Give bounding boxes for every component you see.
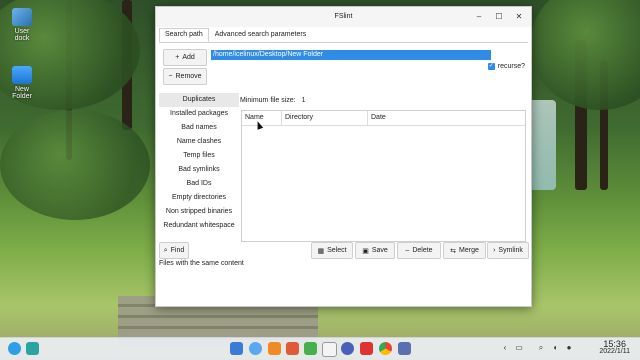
show-desktop-icon[interactable] xyxy=(26,342,39,355)
search-path-panel: + Add − Remove /home/icelinux/Desktop/Ne… xyxy=(159,42,528,89)
min-file-size-label: Minimum file size: xyxy=(240,97,296,104)
sidebar-item-empty-directories[interactable]: Empty directories xyxy=(159,191,239,205)
desktop-icon-user-dock[interactable]: User dock xyxy=(2,8,42,42)
desktop-icon-new-folder[interactable]: New Folder xyxy=(2,66,42,100)
search-path-row[interactable]: /home/icelinux/Desktop/New Folder xyxy=(211,50,491,60)
sidebar-item-duplicates[interactable]: Duplicates xyxy=(159,93,239,107)
fslint-window: FSlint – ☐ ✕ Search path Advanced search… xyxy=(155,6,532,307)
clock-date: 2022/1/11 xyxy=(599,348,630,355)
sidebar: Duplicates Installed packages Bad names … xyxy=(159,93,239,233)
notification-icon[interactable]: ● xyxy=(564,343,574,353)
symlink-button[interactable]: › Symlink xyxy=(487,242,529,259)
save-button[interactable]: ▣ Save xyxy=(355,242,395,259)
minus-icon: − xyxy=(168,73,173,80)
browser-icon[interactable] xyxy=(249,342,262,355)
select-icon: ▦ xyxy=(317,247,325,255)
sidebar-item-bad-symlinks[interactable]: Bad symlinks xyxy=(159,163,239,177)
delete-button-label: Delete xyxy=(412,247,433,254)
save-icon: ▣ xyxy=(362,247,369,255)
symlink-icon: › xyxy=(493,247,496,254)
status-bar: Files with the same content xyxy=(159,260,244,267)
min-file-size-value[interactable]: 1 xyxy=(302,97,306,104)
tab-search-path[interactable]: Search path xyxy=(159,28,209,42)
terminal-icon[interactable] xyxy=(360,342,373,355)
select-button-label: Select xyxy=(327,247,347,254)
column-header-directory[interactable]: Directory xyxy=(282,111,368,125)
add-button-label: Add xyxy=(182,54,195,61)
remove-button[interactable]: − Remove xyxy=(163,68,207,85)
column-header-date[interactable]: Date xyxy=(368,111,525,125)
save-button-label: Save xyxy=(371,247,388,254)
delete-icon: – xyxy=(405,247,410,254)
sidebar-item-name-clashes[interactable]: Name clashes xyxy=(159,135,239,149)
checkmark-icon: ✓ xyxy=(487,63,495,70)
photos-icon[interactable] xyxy=(286,342,299,355)
maximize-button[interactable]: ☐ xyxy=(493,11,505,23)
sidebar-item-redundant-whitespace[interactable]: Redundant whitespace xyxy=(159,219,239,233)
results-table-header: Name Directory Date xyxy=(242,111,525,126)
merge-icon: ⇆ xyxy=(450,247,457,255)
user-dock-icon xyxy=(12,8,32,26)
media-player-icon[interactable] xyxy=(304,342,317,355)
desktop-icon-label: User dock xyxy=(14,28,30,42)
remove-button-label: Remove xyxy=(175,73,202,80)
start-menu-icon[interactable] xyxy=(8,342,21,355)
calendar-icon[interactable] xyxy=(322,342,337,357)
symlink-button-label: Symlink xyxy=(498,247,523,254)
sidebar-item-installed-packages[interactable]: Installed packages xyxy=(159,107,239,121)
tab-bar: Search path Advanced search parameters xyxy=(159,28,312,42)
network-icon[interactable]: ▭ xyxy=(514,343,524,353)
sidebar-item-temp-files[interactable]: Temp files xyxy=(159,149,239,163)
select-button[interactable]: ▦ Select xyxy=(311,242,353,259)
fslint-app-icon[interactable] xyxy=(398,342,411,355)
clock[interactable]: 15:36 2022/1/11 xyxy=(599,340,630,356)
volume-icon[interactable]: ◖ xyxy=(550,343,560,353)
search-icon: ⌕ xyxy=(163,246,168,254)
sidebar-item-bad-ids[interactable]: Bad IDs xyxy=(159,177,239,191)
merge-button[interactable]: ⇆ Merge xyxy=(443,242,486,259)
close-button[interactable]: ✕ xyxy=(513,11,525,23)
folder-icon xyxy=(12,66,32,84)
desktop-icon-label: New Folder xyxy=(12,86,32,100)
column-header-name[interactable]: Name xyxy=(242,111,282,125)
merge-button-label: Merge xyxy=(459,247,479,254)
file-manager-icon[interactable] xyxy=(230,342,243,355)
find-button-label: Find xyxy=(170,247,185,254)
app-store-icon[interactable] xyxy=(268,342,281,355)
taskbar: ‹ ▭ ⌕ ◖ ● 15:36 2022/1/11 xyxy=(0,337,640,360)
sidebar-item-bad-names[interactable]: Bad names xyxy=(159,121,239,135)
chrome-icon[interactable] xyxy=(379,342,392,355)
recurse-label: recurse? xyxy=(497,63,525,70)
chevron-left-icon[interactable]: ‹ xyxy=(500,343,510,353)
settings-icon[interactable] xyxy=(341,342,354,355)
recurse-checkbox[interactable]: ✓ recurse? xyxy=(487,63,525,70)
results-table[interactable]: Name Directory Date xyxy=(241,110,526,242)
window-titlebar[interactable]: FSlint – ☐ ✕ xyxy=(156,7,531,27)
tab-advanced-search-parameters[interactable]: Advanced search parameters xyxy=(209,28,312,42)
plus-icon: + xyxy=(175,54,180,61)
minimize-button[interactable]: – xyxy=(473,11,485,23)
search-icon[interactable]: ⌕ xyxy=(536,343,546,353)
sidebar-item-non-stripped-binaries[interactable]: Non stripped binaries xyxy=(159,205,239,219)
delete-button[interactable]: – Delete xyxy=(397,242,441,259)
add-button[interactable]: + Add xyxy=(163,49,207,66)
min-file-size: Minimum file size: 1 xyxy=(240,97,305,104)
find-button[interactable]: ⌕ Find xyxy=(159,242,189,259)
clock-time: 15:36 xyxy=(603,339,626,349)
